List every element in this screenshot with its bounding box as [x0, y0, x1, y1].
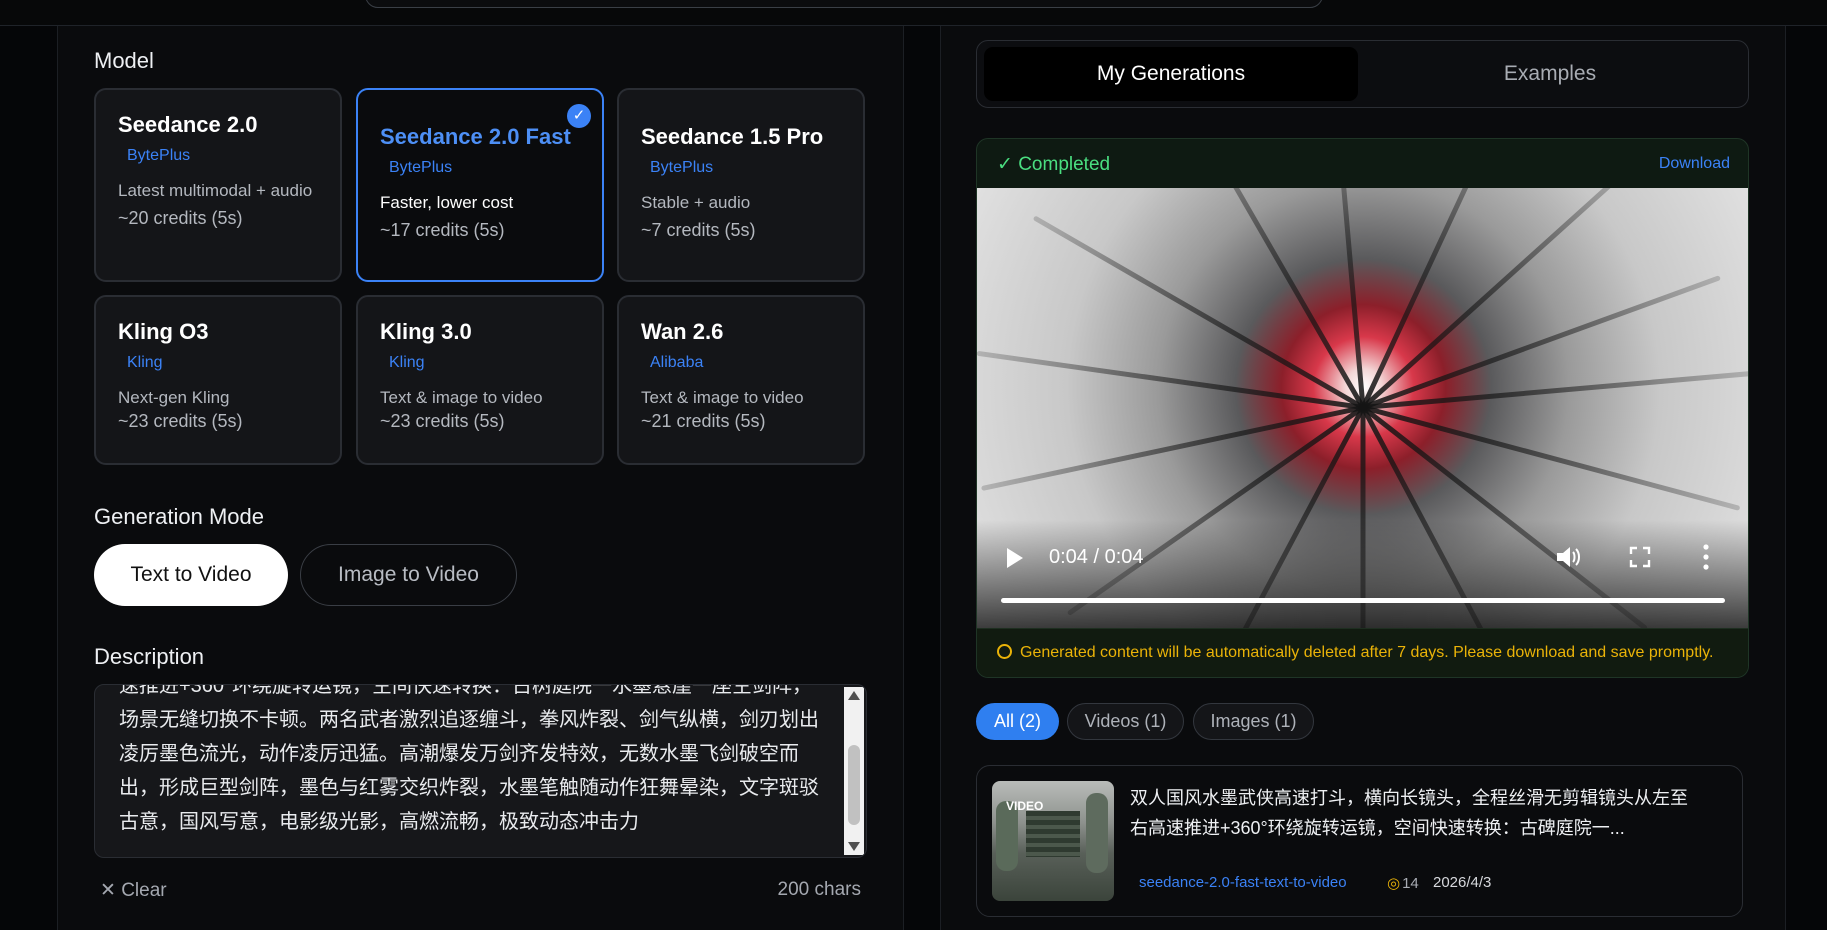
tab-my-generations[interactable]: My Generations: [984, 47, 1358, 101]
model-card-wan-2-6[interactable]: Wan 2.6 Alibaba Text & image to video ~2…: [617, 295, 865, 465]
model-vendor: Kling: [127, 354, 163, 371]
status-badge: ✓ Completed: [997, 153, 1110, 176]
model-credits: ~21 credits (5s): [641, 411, 766, 431]
text-to-video-button[interactable]: Text to Video: [94, 544, 288, 606]
model-description: Text & image to video: [380, 388, 543, 407]
video-badge: VIDEO: [1006, 799, 1044, 813]
description-textarea[interactable]: 速推进+360°环绕旋转运镜，空间快速转换：古树庭院一水墨悬崖一座空剑阵，场景无…: [94, 684, 867, 858]
generation-credits: ◎ 14: [1387, 874, 1419, 892]
model-name: Wan 2.6: [641, 319, 724, 344]
coin-icon: ◎: [1387, 875, 1401, 892]
model-vendor: Alibaba: [650, 354, 704, 371]
model-credits: ~20 credits (5s): [118, 208, 243, 228]
credits-value: 14: [1402, 875, 1419, 892]
video-controls-shade: [977, 520, 1748, 630]
model-vendor: BytePlus: [650, 159, 714, 176]
model-card-seedance-2-0-fast[interactable]: ✓ Seedance 2.0 Fast BytePlus Faster, low…: [356, 88, 604, 282]
model-vendor: BytePlus: [389, 159, 453, 176]
model-description: Next-gen Kling: [118, 388, 230, 407]
clock-icon: [997, 644, 1012, 659]
model-name: Seedance 2.0: [118, 112, 258, 137]
generation-mode-title: Generation Mode: [94, 504, 264, 529]
notice-text: Generated content will be automatically …: [1020, 644, 1714, 661]
model-credits: ~23 credits (5s): [118, 411, 243, 431]
scroll-up-icon[interactable]: [848, 691, 860, 700]
generation-model-tag: seedance-2.0-fast-text-to-video: [1139, 874, 1347, 891]
model-card-kling-o3[interactable]: Kling O3 Kling Next-gen Kling ~23 credit…: [94, 295, 342, 465]
description-text: 速推进+360°环绕旋转运镜，空间快速转换：古树庭院一水墨悬崖一座空剑阵，场景无…: [119, 684, 819, 833]
retention-notice: Generated content will be automatically …: [977, 628, 1748, 677]
results-tabs: My Generations Examples: [976, 40, 1749, 108]
check-icon: ✓: [997, 154, 1019, 175]
close-icon: ✕: [100, 880, 122, 901]
fullscreen-icon[interactable]: [1629, 546, 1651, 568]
model-card-kling-3-0[interactable]: Kling 3.0 Kling Text & image to video ~2…: [356, 295, 604, 465]
model-card-seedance-2-0[interactable]: Seedance 2.0 BytePlus Latest multimodal …: [94, 88, 342, 282]
video-progress-bar[interactable]: [1001, 598, 1725, 603]
description-scrollbar[interactable]: [844, 687, 864, 855]
generation-result-card: ✓ Completed Download 0:04 / 0:04 Generat…: [976, 138, 1749, 678]
generation-date: 2026/4/3: [1433, 874, 1492, 891]
model-name: Seedance 2.0 Fast: [380, 124, 571, 149]
filter-all[interactable]: All (2): [976, 703, 1059, 740]
description-title: Description: [94, 644, 205, 669]
model-vendor: Kling: [389, 354, 425, 371]
generation-prompt: 双人国风水墨武侠高速打斗，横向长镜头，全程丝滑无剪辑镜头从左至右高速推进+360…: [1130, 788, 1688, 838]
tab-examples[interactable]: Examples: [1358, 47, 1742, 101]
filter-videos[interactable]: Videos (1): [1067, 703, 1184, 740]
image-to-video-button[interactable]: Image to Video: [300, 544, 517, 606]
model-description: Faster, lower cost: [380, 193, 514, 212]
more-options-icon[interactable]: [1703, 544, 1709, 570]
search-bar[interactable]: [365, 0, 1323, 8]
model-credits: ~23 credits (5s): [380, 411, 505, 431]
play-icon[interactable]: [1007, 548, 1023, 568]
video-thumbnail[interactable]: VIDEO: [992, 781, 1114, 901]
char-count: 200 chars: [777, 879, 861, 900]
model-name: Seedance 1.5 Pro: [641, 124, 824, 149]
scroll-thumb[interactable]: [848, 745, 860, 825]
model-description: Stable + audio: [641, 193, 751, 212]
status-text: Completed: [1018, 154, 1111, 175]
model-credits: ~17 credits (5s): [380, 220, 505, 240]
top-bar: [0, 0, 1827, 26]
scroll-down-icon[interactable]: [848, 842, 860, 851]
check-icon: ✓: [567, 104, 591, 128]
download-link[interactable]: Download: [1659, 155, 1730, 173]
video-time: 0:04 / 0:04: [1049, 546, 1144, 568]
model-vendor: BytePlus: [127, 147, 191, 164]
generation-history-item[interactable]: VIDEO 双人国风水墨武侠高速打斗，横向长镜头，全程丝滑无剪辑镜头从左至右高速…: [976, 765, 1743, 917]
model-name: Kling 3.0: [380, 319, 472, 344]
clear-button[interactable]: ✕ Clear: [100, 879, 167, 902]
clear-label: Clear: [121, 880, 167, 901]
filter-images[interactable]: Images (1): [1193, 703, 1314, 740]
model-description: Latest multimodal + audio: [118, 181, 313, 200]
model-credits: ~7 credits (5s): [641, 220, 756, 240]
volume-icon[interactable]: [1555, 545, 1581, 569]
model-card-seedance-1-5-pro[interactable]: Seedance 1.5 Pro BytePlus Stable + audio…: [617, 88, 865, 282]
model-description: Text & image to video: [641, 388, 804, 407]
model-name: Kling O3: [118, 319, 209, 344]
model-section-title: Model: [94, 48, 154, 73]
video-player[interactable]: 0:04 / 0:04: [977, 188, 1748, 630]
